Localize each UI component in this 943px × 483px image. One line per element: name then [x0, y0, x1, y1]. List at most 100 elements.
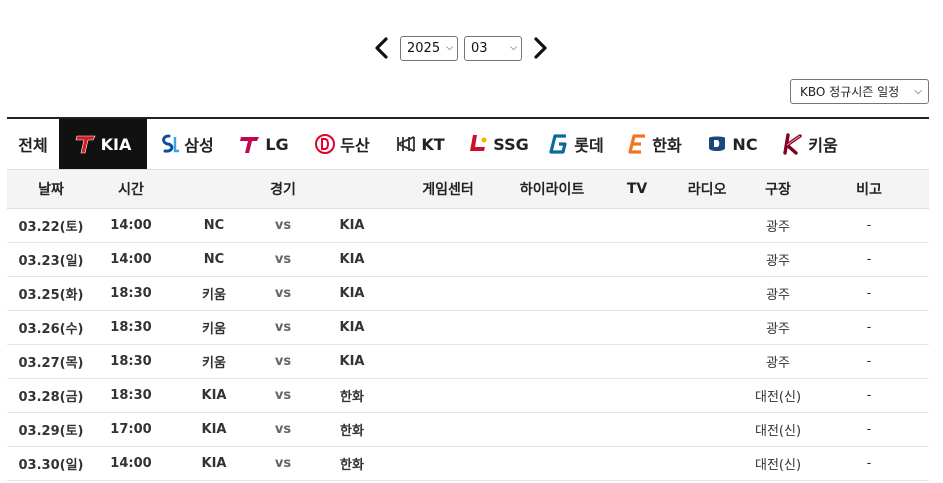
game-time: 18:30 — [95, 310, 167, 345]
team-tab-label: 삼성 — [184, 136, 214, 155]
radio-cell — [667, 208, 748, 243]
home-team: KIA — [305, 208, 400, 243]
kiwoom-logo-icon — [782, 133, 804, 155]
game-time: 14:00 — [95, 242, 167, 277]
game-center-cell — [399, 446, 498, 481]
table-row: 03.28(금) 18:30 KIA vs 한화 대전(신) - — [7, 378, 930, 413]
game-date: 03.30(일) — [7, 446, 95, 481]
chevron-left-icon[interactable] — [370, 34, 394, 62]
game-date: 03.27(목) — [7, 344, 95, 379]
away-team: KIA — [167, 446, 261, 481]
game-time: 18:30 — [95, 378, 167, 413]
table-row: 03.27(목) 18:30 키움 vs KIA 광주 - — [7, 344, 930, 379]
month-select[interactable]: 03 ⌵ — [464, 35, 522, 61]
tv-cell — [607, 310, 668, 345]
away-team: NC — [167, 242, 261, 277]
vs-label: vs — [261, 378, 305, 413]
team-tab-nc[interactable]: NC — [693, 119, 771, 169]
highlight-cell — [497, 378, 608, 413]
venue: 광주 — [747, 242, 810, 277]
home-team: 한화 — [305, 412, 400, 447]
game-center-cell — [399, 208, 498, 243]
tv-cell — [607, 344, 668, 379]
table-row: 03.23(일) 14:00 NC vs KIA 광주 - — [7, 242, 930, 277]
venue: 광주 — [747, 310, 810, 345]
team-tab-doosan[interactable]: 두산 — [303, 119, 381, 169]
table-header-row: 날짜 시간 경기 게임센터 하이라이트 TV 라디오 구장 비고 — [7, 170, 930, 209]
date-navigation: 2025 ⌵ 03 ⌵ — [370, 34, 552, 62]
note: - — [809, 310, 930, 345]
team-filter-bar: 전체 KIA 삼성 LG 두산 KT SSG 롯데 한화 NC 키움 — [7, 117, 929, 170]
game-time: 17:00 — [95, 412, 167, 447]
vs-label: vs — [261, 412, 305, 447]
team-tab-label: NC — [732, 134, 758, 154]
note: - — [809, 378, 930, 413]
team-tab-kt[interactable]: KT — [381, 119, 459, 169]
tv-cell — [607, 412, 668, 447]
home-team: KIA — [305, 276, 400, 311]
note: - — [809, 242, 930, 277]
team-tab-label: 키움 — [808, 136, 838, 155]
game-date: 03.28(금) — [7, 378, 95, 413]
highlight-cell — [497, 344, 608, 379]
highlight-cell — [497, 242, 608, 277]
chevron-down-icon: ⌵ — [510, 43, 517, 53]
chevron-down-icon: ⌵ — [446, 43, 453, 53]
samsung-logo-icon — [158, 133, 180, 155]
team-tab-ssg[interactable]: SSG — [459, 119, 537, 169]
radio-cell — [667, 446, 748, 481]
highlight-cell — [497, 446, 608, 481]
vs-label: vs — [261, 446, 305, 481]
away-team: NC — [167, 208, 261, 243]
radio-cell — [667, 378, 748, 413]
team-tab-samsung[interactable]: 삼성 — [147, 119, 225, 169]
team-tab-kia[interactable]: KIA — [59, 119, 147, 169]
year-select[interactable]: 2025 ⌵ — [400, 35, 458, 61]
team-tab-hanwha[interactable]: 한화 — [615, 119, 693, 169]
season-type-value: KBO 정규시즌 일정 — [800, 85, 900, 99]
chevron-right-icon[interactable] — [528, 34, 552, 62]
lotte-logo-icon — [548, 133, 570, 155]
column-header: 시간 — [95, 170, 167, 209]
column-header: 비고 — [809, 170, 930, 209]
game-date: 03.26(수) — [7, 310, 95, 345]
game-time: 18:30 — [95, 276, 167, 311]
table-row: 03.30(일) 14:00 KIA vs 한화 대전(신) - — [7, 446, 930, 481]
chevron-down-icon: ⌵ — [914, 86, 922, 97]
team-tab-label: 롯데 — [574, 136, 604, 155]
season-type-select[interactable]: KBO 정규시즌 일정 ⌵ — [790, 79, 929, 104]
home-team: 한화 — [305, 446, 400, 481]
game-date: 03.25(화) — [7, 276, 95, 311]
game-center-cell — [399, 242, 498, 277]
ssg-logo-icon — [467, 133, 489, 155]
highlight-cell — [497, 310, 608, 345]
game-center-cell — [399, 412, 498, 447]
highlight-cell — [497, 412, 608, 447]
venue: 대전(신) — [747, 412, 810, 447]
table-row: 03.25(화) 18:30 키움 vs KIA 광주 - — [7, 276, 930, 311]
venue: 광주 — [747, 276, 810, 311]
team-tab-label: KIA — [100, 134, 132, 154]
game-time: 14:00 — [95, 446, 167, 481]
tv-cell — [607, 242, 668, 277]
game-center-cell — [399, 310, 498, 345]
highlight-cell — [497, 276, 608, 311]
hanwha-logo-icon — [626, 133, 648, 155]
team-tab-label: LG — [265, 134, 289, 154]
schedule-table: 날짜 시간 경기 게임센터 하이라이트 TV 라디오 구장 비고 03.22(토… — [7, 170, 930, 481]
away-team: 키움 — [167, 344, 261, 379]
table-row: 03.26(수) 18:30 키움 vs KIA 광주 - — [7, 310, 930, 345]
vs-label: vs — [261, 276, 305, 311]
team-tab-kiwoom[interactable]: 키움 — [771, 119, 849, 169]
team-tab-all[interactable]: 전체 — [7, 119, 59, 169]
game-date: 03.29(토) — [7, 412, 95, 447]
away-team: 키움 — [167, 310, 261, 345]
tv-cell — [607, 276, 668, 311]
tv-cell — [607, 208, 668, 243]
kia-logo-icon — [75, 133, 97, 155]
team-tab-lotte[interactable]: 롯데 — [537, 119, 615, 169]
vs-label: vs — [261, 242, 305, 277]
away-team: KIA — [167, 412, 261, 447]
team-tab-lg[interactable]: LG — [225, 119, 303, 169]
venue: 광주 — [747, 208, 810, 243]
